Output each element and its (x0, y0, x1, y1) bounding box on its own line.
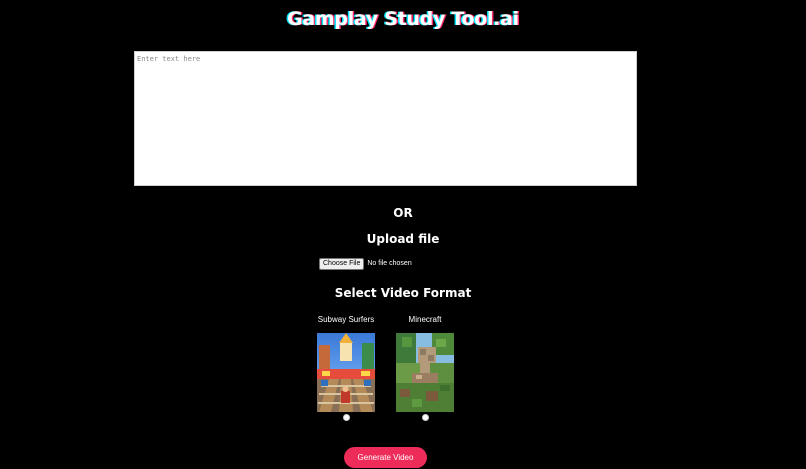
minecraft-radio[interactable] (421, 414, 429, 421)
text-input[interactable] (134, 51, 637, 186)
choose-file-button[interactable]: Choose File (319, 257, 365, 270)
subway-surfers-thumbnail[interactable] (317, 333, 375, 412)
subway-surfers-radio[interactable] (342, 414, 350, 421)
minecraft-thumbnail[interactable] (396, 333, 454, 412)
video-format-option-subway-surfers: Subway Surfers (311, 314, 381, 421)
generate-video-button[interactable]: Generate Video (344, 447, 427, 468)
video-format-heading: Select Video Format (334, 286, 472, 300)
or-divider-label: OR (393, 206, 413, 220)
page: Gamplay Study Tool.ai OR Upload file Cho… (0, 0, 806, 469)
file-status-text: No file chosen (367, 260, 412, 267)
video-format-option-minecraft: Minecraft (390, 314, 460, 421)
video-format-label: Minecraft (408, 315, 442, 324)
page-title: Gamplay Study Tool.ai (287, 8, 519, 30)
upload-file-heading: Upload file (366, 232, 440, 246)
file-upload-input[interactable]: Choose File No file chosen (319, 257, 412, 270)
video-format-label: Subway Surfers (317, 315, 375, 324)
